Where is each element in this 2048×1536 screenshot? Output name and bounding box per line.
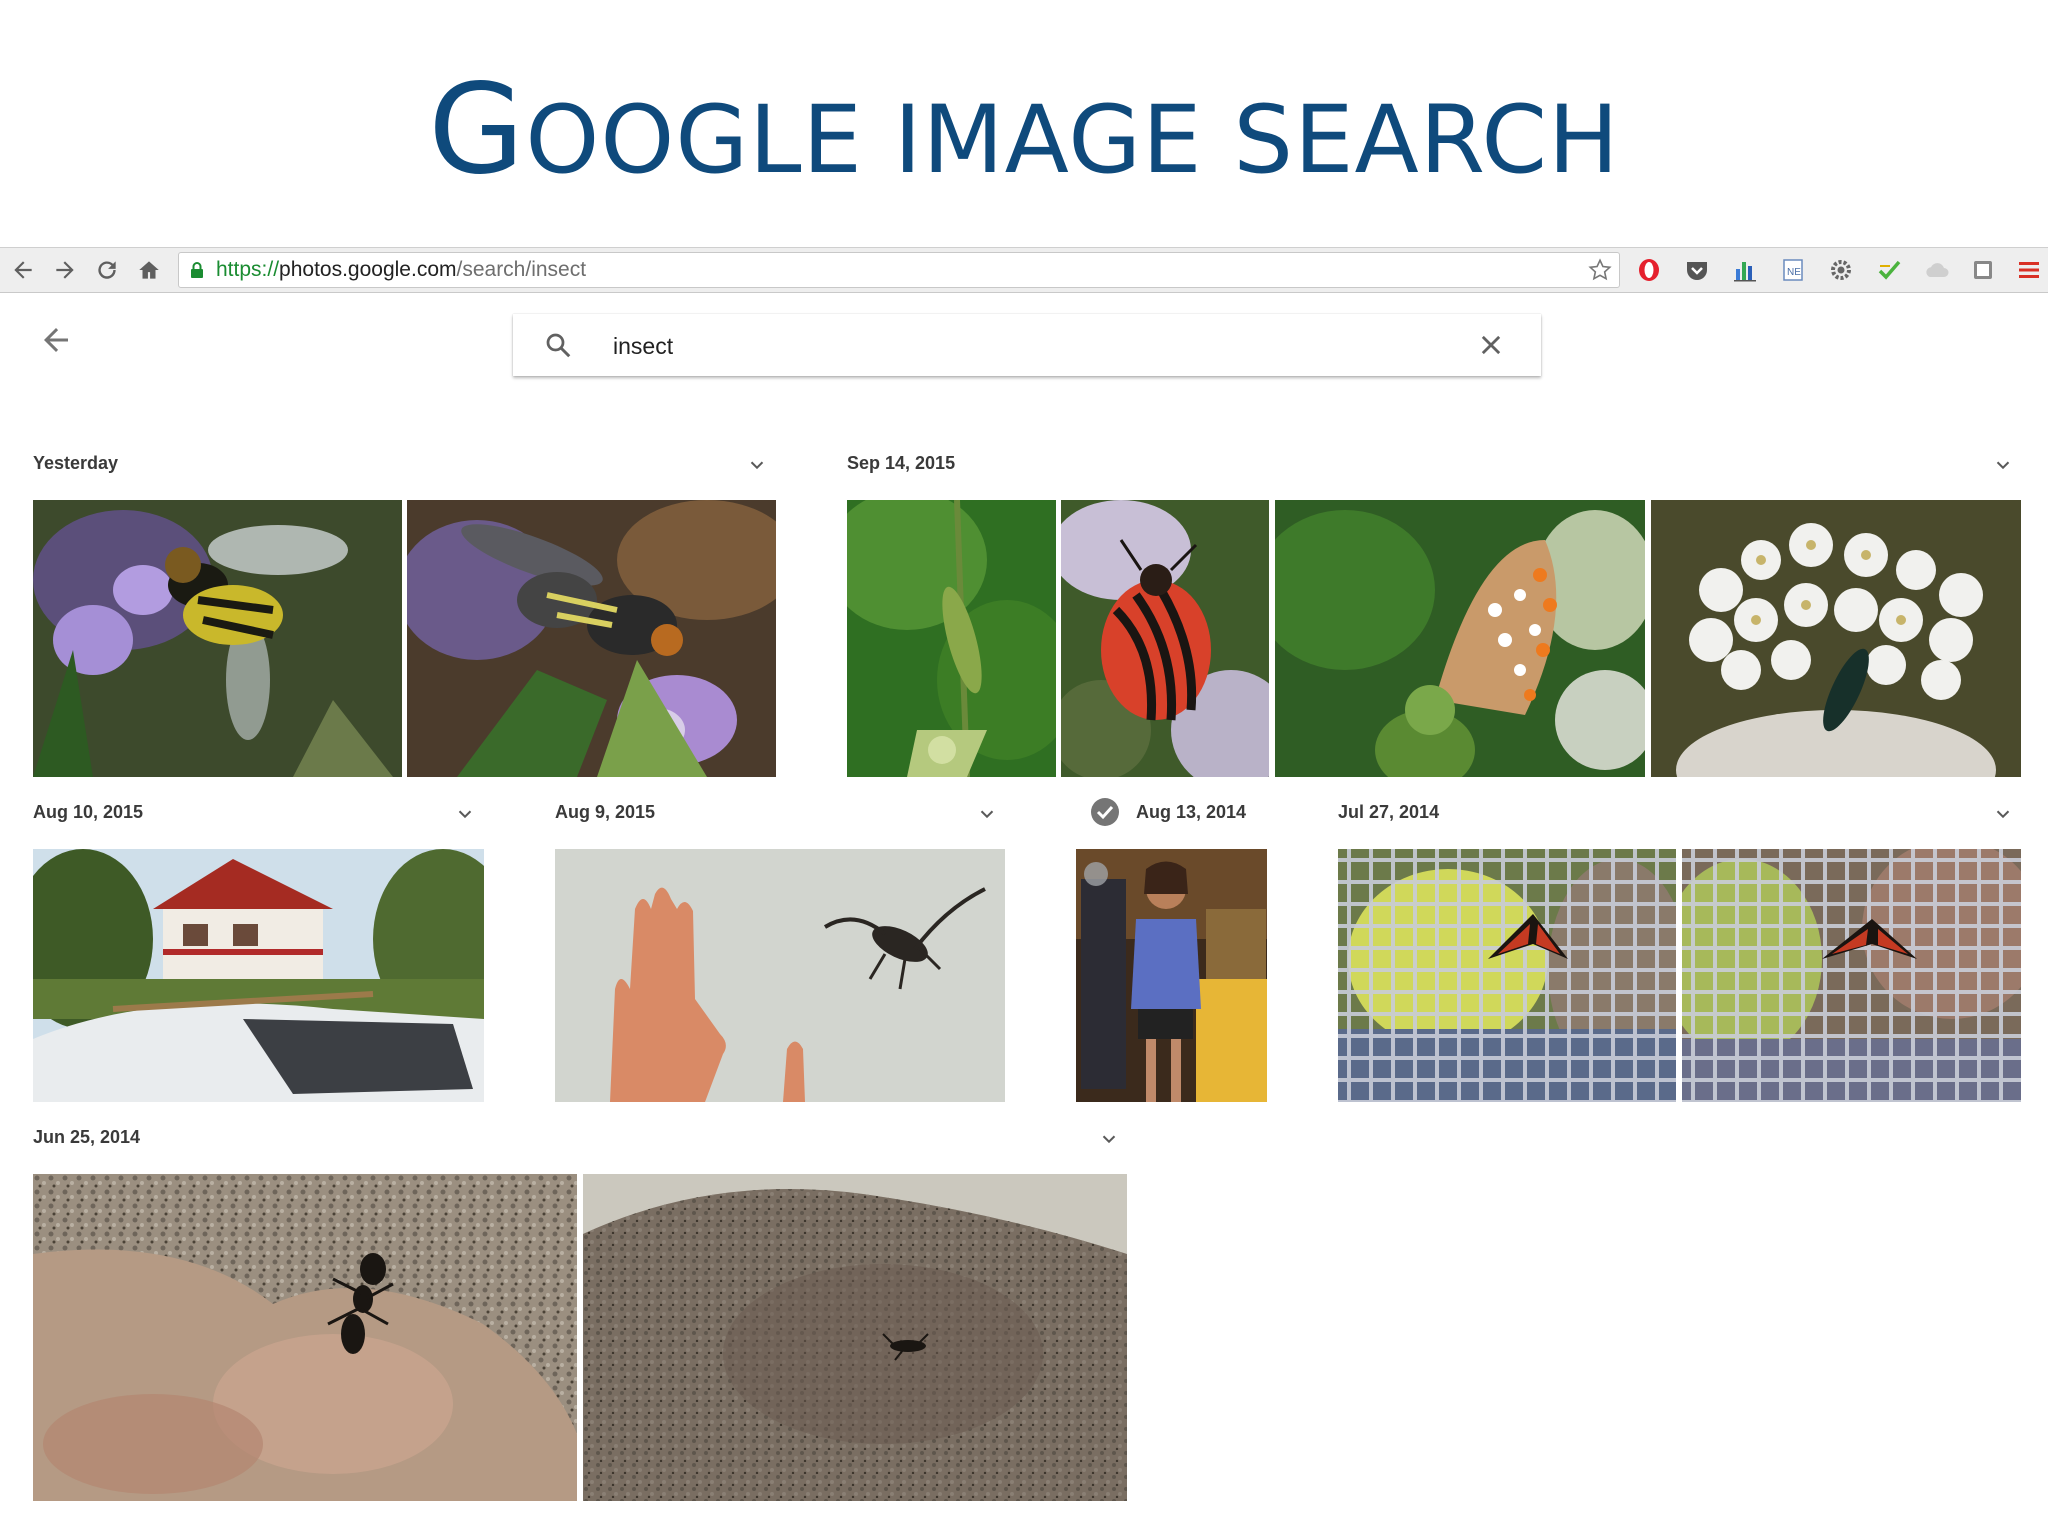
document-icon[interactable]: NE <box>1780 257 1806 283</box>
date-label-sep-14-2015: Sep 14, 2015 <box>847 453 956 473</box>
pocket-icon[interactable] <box>1684 257 1710 283</box>
title-first-letter: G <box>428 58 526 202</box>
photo-hoverfly-lavender[interactable] <box>33 500 402 777</box>
photo-striped-shield-bug[interactable] <box>1061 500 1269 777</box>
chevron-down-icon[interactable] <box>1992 803 2014 825</box>
photo-moth-on-net-1[interactable] <box>1338 849 1676 1102</box>
chevron-down-icon[interactable] <box>1098 1128 1120 1150</box>
photo-green-beetle[interactable] <box>847 500 1056 777</box>
date-label-aug-13-2014: Aug 13, 2014 <box>1136 802 1247 822</box>
chevron-down-icon[interactable] <box>746 454 768 476</box>
photo-girl-at-bar[interactable] <box>1076 849 1267 1102</box>
clear-search-icon[interactable] <box>1477 331 1505 359</box>
date-label-jul-27-2014: Jul 27, 2014 <box>1338 802 1440 822</box>
photos-page: insect Yesterday Sep 14, 2015 Aug 10, 20… <box>0 292 2048 1536</box>
menu-icon[interactable] <box>2016 257 2042 283</box>
gear-icon[interactable] <box>1828 257 1854 283</box>
photo-moth-on-net-2[interactable] <box>1682 849 2021 1102</box>
square-icon[interactable] <box>1970 257 1996 283</box>
checkmark-icon[interactable] <box>1876 257 1902 283</box>
chart-icon[interactable] <box>1732 257 1758 283</box>
photo-blue-butterfly[interactable] <box>1275 500 1645 777</box>
url-scheme: https:// <box>216 258 280 281</box>
photo-house-and-car[interactable] <box>33 849 484 1102</box>
home-icon[interactable] <box>130 248 168 292</box>
bookmark-star-icon[interactable] <box>1587 257 1613 283</box>
address-bar[interactable]: https://photos.google.com/search/insect <box>178 252 1620 288</box>
slide-title: GOOGLE IMAGE SEARCH <box>0 68 2048 201</box>
photo-ant-on-rock-1[interactable] <box>33 1174 577 1501</box>
svg-text:NE: NE <box>1787 267 1801 278</box>
date-label-jun-25-2014: Jun 25, 2014 <box>33 1127 141 1147</box>
url-text: https://photos.google.com/search/insect <box>216 257 586 283</box>
url-path: /search/insect <box>456 258 587 281</box>
photo-beetle-white-flowers[interactable] <box>1651 500 2021 777</box>
date-label-aug-10-2015: Aug 10, 2015 <box>33 802 144 822</box>
date-label-yesterday: Yesterday <box>33 453 119 473</box>
cloud-icon[interactable] <box>1924 257 1950 283</box>
chevron-down-icon[interactable] <box>1992 454 2014 476</box>
chevron-down-icon[interactable] <box>976 803 998 825</box>
url-host: photos.google.com <box>279 258 457 281</box>
opera-icon[interactable] <box>1636 257 1662 283</box>
search-input[interactable]: insect <box>613 331 673 361</box>
reload-icon[interactable] <box>88 248 126 292</box>
photo-ant-on-rock-2[interactable] <box>583 1174 1127 1501</box>
forward-icon[interactable] <box>46 248 84 292</box>
browser-toolbar: https://photos.google.com/search/insect … <box>0 247 2048 293</box>
title-rest: OOGLE IMAGE SEARCH <box>525 86 1620 195</box>
date-label-aug-9-2015: Aug 9, 2015 <box>555 802 656 822</box>
select-check-icon[interactable] <box>1090 797 1120 827</box>
photo-hand-and-beetle[interactable] <box>555 849 1005 1102</box>
search-bar[interactable]: insect <box>513 314 1541 376</box>
back-arrow-icon[interactable] <box>38 322 74 358</box>
photo-hoverfly-flower[interactable] <box>407 500 776 777</box>
back-icon[interactable] <box>4 248 42 292</box>
search-icon[interactable] <box>543 330 573 360</box>
chevron-down-icon[interactable] <box>454 803 476 825</box>
lock-icon <box>191 262 203 278</box>
